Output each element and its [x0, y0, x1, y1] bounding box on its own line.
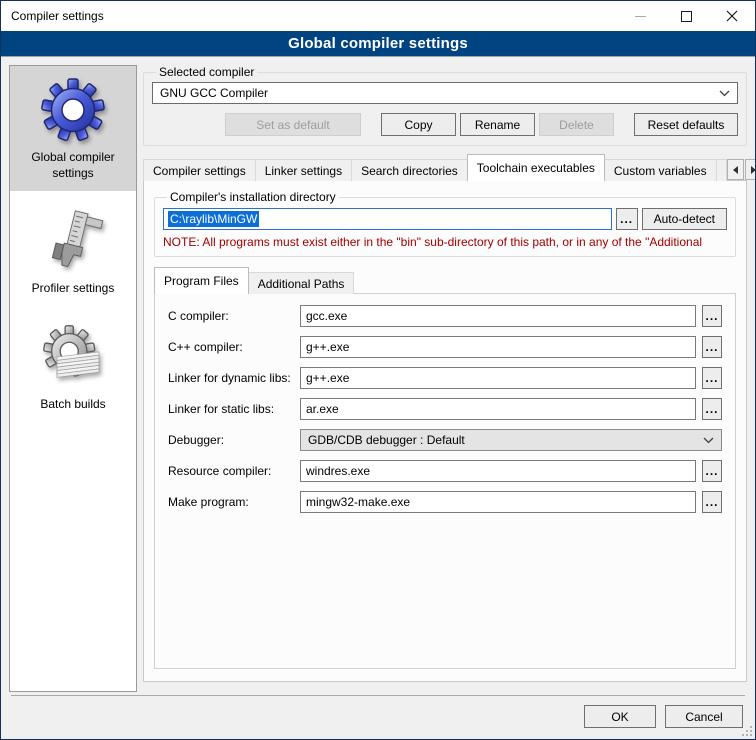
- make-program-label: Make program:: [168, 495, 300, 509]
- gray-gear-stack-icon: [41, 325, 105, 389]
- resource-compiler-label: Resource compiler:: [168, 464, 300, 478]
- sidebar-item-global-compiler-settings[interactable]: Global compiler settings: [10, 66, 136, 191]
- minimize-icon: [635, 16, 646, 17]
- c-compiler-input[interactable]: [300, 305, 696, 327]
- close-icon: [726, 10, 738, 22]
- cpp-compiler-row: C++ compiler: ...: [168, 336, 722, 358]
- compiler-combobox[interactable]: GNU GCC Compiler: [152, 82, 738, 104]
- sidebar-item-label: Global compiler settings: [12, 150, 134, 181]
- chevron-down-icon: [703, 437, 714, 444]
- linker-dynamic-browse-button[interactable]: ...: [702, 367, 722, 389]
- program-files-page: C compiler: ... C++ compiler: ... Linker…: [154, 293, 736, 669]
- resource-compiler-browse-button[interactable]: ...: [702, 460, 722, 482]
- install-dir-browse-button[interactable]: ...: [616, 208, 638, 230]
- resize-grip[interactable]: [742, 726, 752, 736]
- bin-subdirectory-note: NOTE: All programs must exist either in …: [163, 235, 727, 249]
- install-dir-value: C:\raylib\MinGW: [168, 211, 259, 227]
- banner: Global compiler settings: [1, 31, 755, 57]
- ok-button[interactable]: OK: [584, 705, 656, 728]
- auto-detect-button[interactable]: Auto-detect: [642, 208, 727, 230]
- debugger-combobox-value: GDB/CDB debugger : Default: [308, 433, 465, 447]
- c-compiler-row: C compiler: ...: [168, 305, 722, 327]
- tab-additional-paths[interactable]: Additional Paths: [248, 272, 355, 294]
- compiler-buttons-row: Set as default Copy Rename Delete Reset …: [152, 113, 738, 136]
- compiler-combobox-value: GNU GCC Compiler: [160, 86, 268, 100]
- debugger-row: Debugger: GDB/CDB debugger : Default: [168, 429, 722, 451]
- make-program-input[interactable]: [300, 491, 696, 513]
- install-dir-input[interactable]: C:\raylib\MinGW: [163, 208, 612, 230]
- program-files-tabs: Program Files Additional Paths: [154, 267, 736, 294]
- page-title: Global compiler settings: [288, 35, 468, 52]
- cpp-compiler-label: C++ compiler:: [168, 340, 300, 354]
- debugger-label: Debugger:: [168, 433, 300, 447]
- window-title: Compiler settings: [1, 9, 104, 23]
- installation-directory-group: Compiler's installation directory C:\ray…: [154, 190, 736, 257]
- tab-search-directories[interactable]: Search directories: [351, 159, 468, 181]
- toolchain-executables-page: Compiler's installation directory C:\ray…: [143, 180, 747, 682]
- close-button[interactable]: [709, 1, 755, 31]
- set-as-default-button[interactable]: Set as default: [225, 113, 361, 136]
- tab-custom-variables[interactable]: Custom variables: [604, 159, 717, 181]
- delete-button[interactable]: Delete: [539, 113, 614, 136]
- linker-dynamic-label: Linker for dynamic libs:: [168, 371, 300, 385]
- cancel-button[interactable]: Cancel: [665, 705, 743, 728]
- maximize-button[interactable]: [663, 1, 709, 31]
- maximize-icon: [681, 11, 692, 22]
- tab-scroll-buttons: [726, 159, 756, 180]
- debugger-combobox[interactable]: GDB/CDB debugger : Default: [300, 429, 722, 451]
- cpp-compiler-input[interactable]: [300, 336, 696, 358]
- blue-gear-icon: [41, 78, 105, 142]
- installation-directory-legend: Compiler's installation directory: [167, 190, 339, 204]
- chevron-down-icon: [719, 90, 730, 97]
- linker-dynamic-input[interactable]: [300, 367, 696, 389]
- tab-scroll-right-button[interactable]: [745, 159, 756, 180]
- linker-static-browse-button[interactable]: ...: [702, 398, 722, 420]
- titlebar: Compiler settings: [1, 1, 755, 31]
- selected-compiler-group: Selected compiler GNU GCC Compiler Set a…: [143, 65, 747, 146]
- minimize-button[interactable]: [617, 1, 663, 31]
- linker-dynamic-row: Linker for dynamic libs: ...: [168, 367, 722, 389]
- arrow-left-icon: [733, 166, 738, 174]
- dialog-footer: OK Cancel: [11, 695, 745, 739]
- caliper-icon: [41, 209, 105, 273]
- copy-button[interactable]: Copy: [381, 113, 456, 136]
- cpp-compiler-browse-button[interactable]: ...: [702, 336, 722, 358]
- tab-linker-settings[interactable]: Linker settings: [255, 159, 352, 181]
- sidebar-item-profiler-settings[interactable]: Profiler settings: [10, 197, 136, 307]
- arrow-right-icon: [751, 166, 756, 174]
- rename-button[interactable]: Rename: [460, 113, 535, 136]
- c-compiler-browse-button[interactable]: ...: [702, 305, 722, 327]
- resource-compiler-input[interactable]: [300, 460, 696, 482]
- tab-compiler-settings[interactable]: Compiler settings: [143, 159, 256, 181]
- tab-scroll-left-button[interactable]: [727, 159, 744, 180]
- sidebar-item-label: Batch builds: [40, 397, 105, 413]
- sidebar-item-batch-builds[interactable]: Batch builds: [10, 313, 136, 423]
- tab-program-files[interactable]: Program Files: [154, 267, 249, 294]
- selected-compiler-legend: Selected compiler: [156, 65, 257, 79]
- make-program-row: Make program: ...: [168, 491, 722, 513]
- linker-static-row: Linker for static libs: ...: [168, 398, 722, 420]
- tab-toolchain-executables[interactable]: Toolchain executables: [467, 154, 605, 181]
- linker-static-input[interactable]: [300, 398, 696, 420]
- linker-static-label: Linker for static libs:: [168, 402, 300, 416]
- make-program-browse-button[interactable]: ...: [702, 491, 722, 513]
- sidebar-item-label: Profiler settings: [32, 281, 115, 297]
- settings-category-sidebar: Global compiler settings Profiler settin…: [9, 65, 137, 692]
- c-compiler-label: C compiler:: [168, 309, 300, 323]
- window-controls: [617, 1, 755, 31]
- reset-defaults-button[interactable]: Reset defaults: [634, 113, 738, 136]
- resource-compiler-row: Resource compiler: ...: [168, 460, 722, 482]
- compiler-settings-dialog: Compiler settings Global compiler settin…: [0, 0, 756, 740]
- settings-tabs: Compiler settings Linker settings Search…: [143, 154, 747, 181]
